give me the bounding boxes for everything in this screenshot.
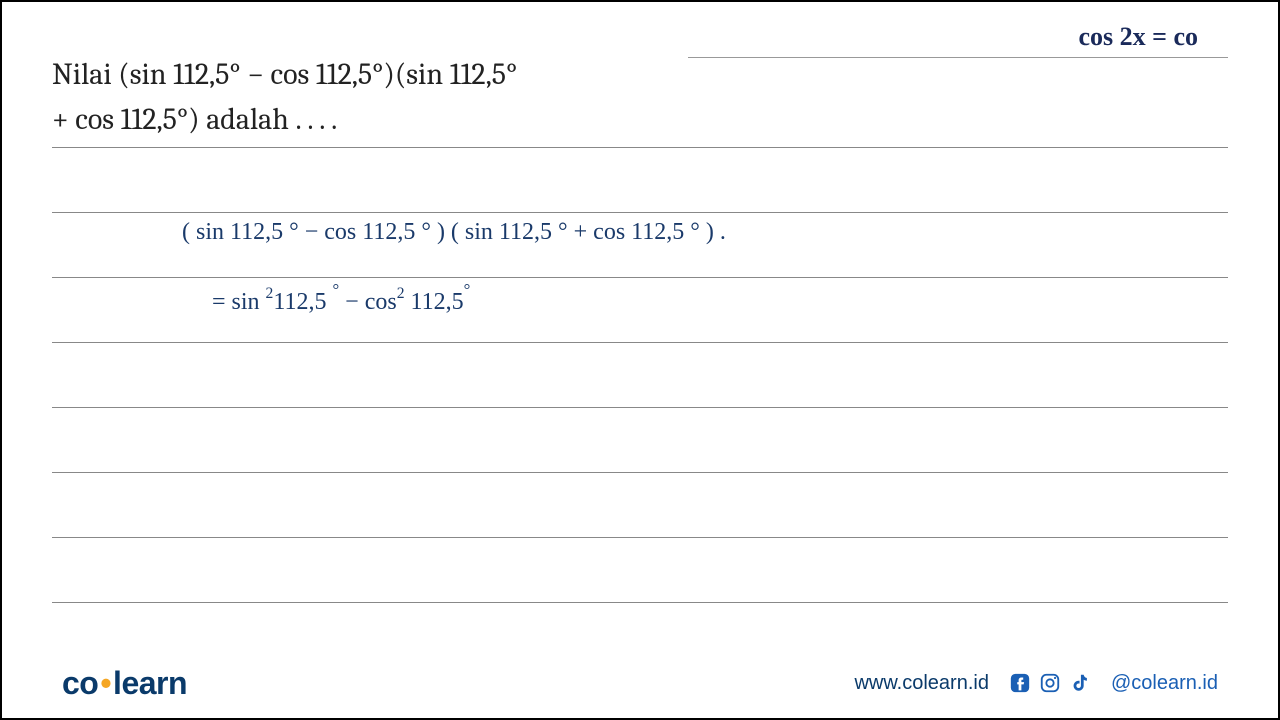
hw-text: 112,5 xyxy=(405,289,464,315)
facebook-icon xyxy=(1009,672,1031,694)
formula-annotation: cos 2x = co xyxy=(1078,22,1198,52)
footer-bar: co•learn www.colearn.id @colearn.id xyxy=(2,648,1278,718)
ruled-line xyxy=(52,147,1228,212)
logo-text-2: learn xyxy=(113,665,187,701)
problem-line-2: + cos 112,5°) adalah . . . . xyxy=(52,97,772,142)
social-handle: @colearn.id xyxy=(1111,672,1218,695)
ruled-line xyxy=(52,537,1228,602)
note-underline xyxy=(688,57,1228,58)
brand-logo: co•learn xyxy=(62,665,187,702)
website-url: www.colearn.id xyxy=(854,672,989,695)
hw-superscript: 2 xyxy=(397,285,405,302)
ruled-line xyxy=(52,472,1228,537)
problem-statement: Nilai (sin 112,5° − cos 112,5°)(sin 112,… xyxy=(52,52,772,142)
hw-degree: ° xyxy=(332,280,339,299)
hw-text: = sin xyxy=(212,289,266,315)
problem-line-1: Nilai (sin 112,5° − cos 112,5°)(sin 112,… xyxy=(52,52,772,97)
hw-superscript: 2 xyxy=(266,285,274,302)
hw-degree: ° xyxy=(464,280,471,299)
hw-text: − cos xyxy=(339,289,397,315)
hw-text: 112,5 xyxy=(273,289,332,315)
handwritten-step-2: = sin 2112,5 ° − cos2 112,5° xyxy=(212,285,470,316)
instagram-icon xyxy=(1039,672,1061,694)
social-icons-group xyxy=(1009,672,1091,694)
tiktok-icon xyxy=(1069,672,1091,694)
logo-text-1: co xyxy=(62,665,98,701)
ruled-line xyxy=(52,407,1228,472)
content-area: cos 2x = co Nilai (sin 112,5° − cos 112,… xyxy=(2,2,1278,642)
ruled-line xyxy=(52,342,1228,407)
logo-dot: • xyxy=(98,665,113,701)
footer-right: www.colearn.id @colearn.id xyxy=(854,672,1218,695)
handwritten-step-1: ( sin 112,5 ° − cos 112,5 ° ) ( sin 112,… xyxy=(182,219,726,246)
lined-paper: ( sin 112,5 ° − cos 112,5 ° ) ( sin 112,… xyxy=(52,147,1228,642)
